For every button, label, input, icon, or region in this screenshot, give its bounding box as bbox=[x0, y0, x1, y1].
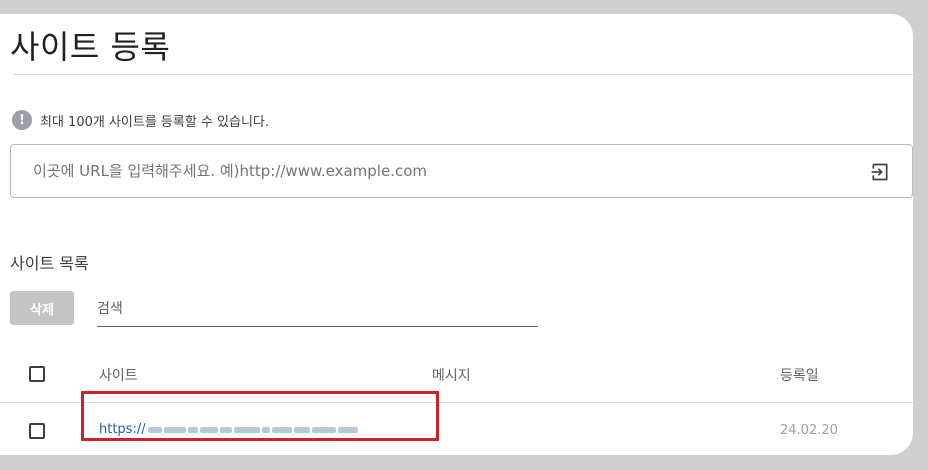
column-header-site: 사이트 bbox=[99, 368, 138, 384]
title-divider bbox=[14, 74, 913, 75]
url-input-box bbox=[10, 144, 913, 198]
delete-button[interactable]: 삭제 bbox=[10, 291, 74, 325]
notice-text: 최대 100개 사이트를 등록할 수 있습니다. bbox=[40, 114, 270, 130]
column-header-message: 메시지 bbox=[432, 368, 471, 384]
site-registration-card: 사이트 등록 ! 최대 100개 사이트를 등록할 수 있습니다. 사이트 목록… bbox=[0, 14, 913, 455]
row-date: 24.02.20 bbox=[780, 423, 838, 438]
site-url-link[interactable]: https:// bbox=[99, 422, 358, 437]
limit-notice: ! 최대 100개 사이트를 등록할 수 있습니다. bbox=[12, 109, 269, 131]
search-input[interactable] bbox=[97, 294, 538, 324]
select-all-checkbox[interactable] bbox=[29, 366, 45, 382]
column-header-date: 등록일 bbox=[780, 368, 819, 384]
redacted-url bbox=[147, 426, 358, 433]
page-title: 사이트 등록 bbox=[10, 28, 171, 66]
table-header: 사이트 메시지 등록일 bbox=[0, 349, 913, 401]
search-field bbox=[97, 294, 538, 327]
site-url-text: https:// bbox=[99, 422, 146, 437]
table-row: https:// 24.02.20 bbox=[0, 402, 913, 455]
site-list-title: 사이트 목록 bbox=[10, 254, 89, 273]
enter-icon[interactable] bbox=[870, 162, 890, 182]
row-checkbox[interactable] bbox=[29, 423, 45, 439]
url-input[interactable] bbox=[33, 145, 833, 197]
info-icon: ! bbox=[12, 110, 32, 130]
